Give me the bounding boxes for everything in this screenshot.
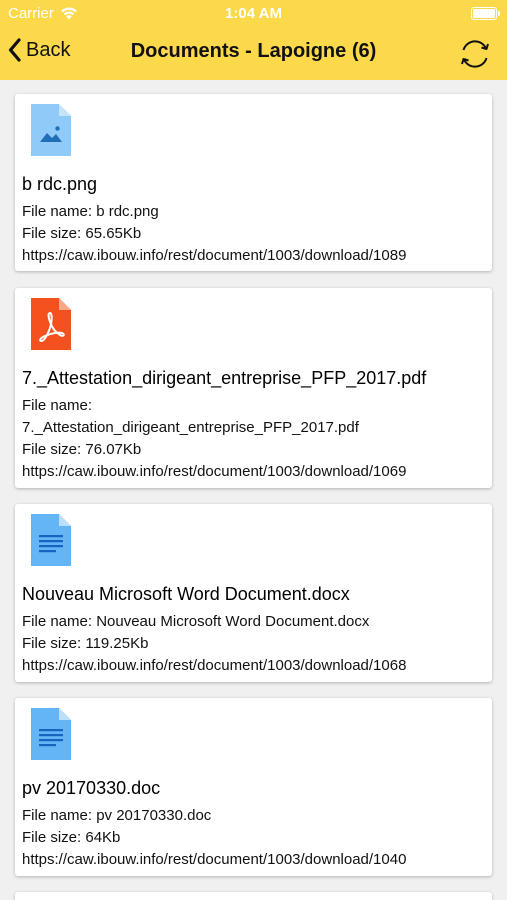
status-bar: Carrier 1:04 AM bbox=[0, 0, 507, 28]
document-title: Nouveau Microsoft Word Document.docx bbox=[22, 584, 350, 604]
file-size-line: File size: 64Kb bbox=[22, 829, 121, 846]
navigation-bar: Back Documents - Lapoigne (6) bbox=[0, 28, 507, 80]
download-url[interactable]: https://caw.ibouw.info/rest/document/100… bbox=[22, 461, 488, 483]
document-card[interactable]: 7._Attestation_dirigeant_entreprise_PFP_… bbox=[15, 288, 492, 488]
file-name-value: 7._Attestation_dirigeant_entreprise_PFP_… bbox=[22, 419, 359, 436]
battery-icon bbox=[471, 7, 500, 20]
document-title: 7._Attestation_dirigeant_entreprise_PFP_… bbox=[22, 368, 427, 388]
document-card[interactable]: b rdc.png File name: b rdc.png File size… bbox=[15, 94, 492, 271]
word-file-icon bbox=[31, 514, 71, 566]
document-title: b rdc.png bbox=[22, 174, 98, 194]
download-url[interactable]: https://caw.ibouw.info/rest/document/100… bbox=[22, 245, 488, 267]
pdf-file-icon bbox=[31, 298, 71, 350]
status-time: 1:04 AM bbox=[225, 5, 282, 22]
document-card[interactable] bbox=[15, 892, 492, 900]
top-bar: Carrier 1:04 AM Back Documents - Lapoign… bbox=[0, 0, 507, 80]
file-size-line: File size: 65.65Kb bbox=[22, 225, 142, 242]
file-size-line: File size: 76.07Kb bbox=[22, 441, 142, 458]
image-file-icon bbox=[31, 104, 71, 156]
file-name-line: File name: pv 20170330.doc bbox=[22, 807, 212, 824]
page-title: Documents - Lapoigne (6) bbox=[130, 40, 377, 62]
document-card[interactable]: pv 20170330.doc File name: pv 20170330.d… bbox=[15, 698, 492, 876]
file-name-line: File name: Nouveau Microsoft Word Docume… bbox=[22, 613, 370, 630]
refresh-icon[interactable] bbox=[455, 34, 495, 74]
document-title: pv 20170330.doc bbox=[22, 778, 161, 798]
download-url[interactable]: https://caw.ibouw.info/rest/document/100… bbox=[22, 655, 488, 677]
document-list[interactable]: b rdc.png File name: b rdc.png File size… bbox=[0, 80, 507, 900]
file-name-line: File name: b rdc.png bbox=[22, 203, 159, 220]
word-file-icon bbox=[31, 708, 71, 760]
file-size-line: File size: 119.25Kb bbox=[22, 635, 149, 652]
document-card[interactable]: Nouveau Microsoft Word Document.docx Fil… bbox=[15, 504, 492, 682]
download-url[interactable]: https://caw.ibouw.info/rest/document/100… bbox=[22, 849, 488, 871]
file-name-line: File name: bbox=[22, 397, 93, 414]
